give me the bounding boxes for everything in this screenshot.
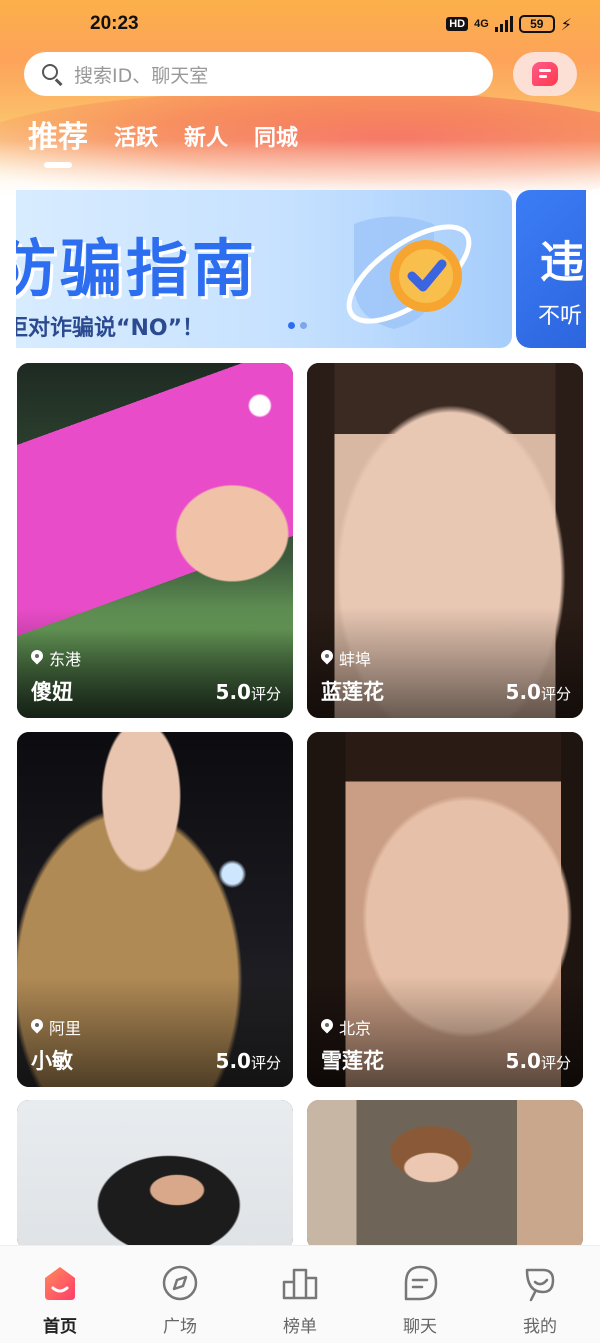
battery-level: 59	[530, 17, 544, 31]
search-icon	[40, 62, 64, 86]
chat-bubble-icon	[532, 62, 558, 86]
location-pin-icon	[321, 650, 333, 666]
messages-button[interactable]	[513, 52, 577, 96]
location-text: 蚌埠	[339, 650, 372, 669]
nav-chat[interactable]: 聊天	[360, 1246, 480, 1343]
card-location: 东港	[31, 646, 81, 670]
location-pin-icon	[31, 1019, 43, 1035]
rating-value: 5.0	[505, 1049, 541, 1073]
rating-value: 5.0	[215, 1049, 251, 1073]
card-name: 傻妞	[31, 680, 73, 704]
card-name: 雪莲花	[321, 1049, 384, 1073]
card-location: 北京	[321, 1015, 371, 1039]
card-name: 蓝莲花	[321, 680, 384, 704]
rating-unit: 评分	[250, 685, 281, 703]
nav-label: 首页	[43, 1317, 77, 1337]
charging-icon: ⚡	[560, 14, 572, 34]
nav-label: 我的	[523, 1317, 557, 1337]
location-pin-icon	[31, 650, 43, 666]
nav-label: 聊天	[403, 1317, 437, 1337]
location-text: 东港	[49, 650, 82, 669]
rating-unit: 评分	[540, 685, 571, 703]
home-icon	[45, 1267, 75, 1300]
banner-anti-fraud[interactable]: 防骗指南 拒对诈骗说“NO”！	[16, 190, 512, 348]
card-rating: 5.0评分	[216, 1049, 281, 1073]
search-input[interactable]: 搜索ID、聊天室	[24, 52, 493, 96]
profile-photo	[17, 1100, 293, 1250]
tab-newcomer[interactable]: 新人	[184, 120, 228, 152]
profile-card[interactable]: 阿里 小敏 5.0评分	[17, 732, 293, 1087]
card-rating: 5.0评分	[506, 680, 571, 704]
tab-active[interactable]: 活跃	[114, 120, 158, 152]
tab-indicator	[44, 162, 72, 168]
status-indicators: HD 4G 59 ⚡	[446, 15, 572, 34]
card-rating: 5.0评分	[506, 1049, 571, 1073]
bottom-nav: 首页 广场 榜单 聊天 我的	[0, 1245, 600, 1343]
category-tabs: 推荐 活跃 新人 同城	[28, 112, 298, 156]
nav-profile[interactable]: 我的	[480, 1246, 600, 1343]
nav-label: 广场	[163, 1317, 197, 1337]
nav-ranking[interactable]: 榜单	[240, 1246, 360, 1343]
tab-same-city[interactable]: 同城	[254, 120, 298, 152]
banner-subline: 拒对诈骗说“NO”！	[16, 316, 205, 341]
carousel-dots	[288, 322, 307, 329]
nav-home[interactable]: 首页	[0, 1246, 120, 1343]
card-rating: 5.0评分	[216, 680, 281, 704]
banner-next[interactable]: 违 不听	[516, 190, 586, 348]
profile-card[interactable]: 北京 雪莲花 5.0评分	[307, 732, 583, 1087]
status-time: 20:23	[90, 13, 139, 34]
nav-square[interactable]: 广场	[120, 1246, 240, 1343]
rating-value: 5.0	[505, 680, 541, 704]
profile-card[interactable]: 东港 傻妞 5.0评分	[17, 363, 293, 718]
chat-icon	[404, 1265, 438, 1301]
nav-label: 榜单	[283, 1317, 317, 1337]
rating-value: 5.0	[215, 680, 251, 704]
hd-badge: HD	[446, 17, 469, 31]
network-type: 4G	[474, 18, 489, 30]
card-name: 小敏	[31, 1049, 73, 1073]
search-placeholder: 搜索ID、聊天室	[74, 64, 209, 87]
signal-icon	[494, 16, 513, 32]
rating-unit: 评分	[540, 1054, 571, 1072]
status-bar: 20:23 HD 4G 59 ⚡	[0, 0, 600, 48]
profile-card[interactable]	[307, 1100, 583, 1250]
podium-icon	[282, 1268, 318, 1300]
tab-recommend[interactable]: 推荐	[28, 112, 88, 156]
profile-photo	[307, 1100, 583, 1250]
profile-icon	[525, 1268, 555, 1302]
card-location: 阿里	[31, 1015, 81, 1039]
battery-icon: 59	[518, 15, 555, 33]
banner-carousel[interactable]: 防骗指南 拒对诈骗说“NO”！ 违 不听	[16, 190, 586, 348]
card-location: 蚌埠	[321, 646, 371, 670]
shield-check-icon	[346, 216, 472, 329]
location-text: 阿里	[49, 1019, 82, 1038]
location-pin-icon	[321, 1019, 333, 1035]
location-text: 北京	[339, 1019, 372, 1038]
banner-headline: 防骗指南	[16, 232, 259, 305]
profile-card[interactable]	[17, 1100, 293, 1250]
profile-card[interactable]: 蚌埠 蓝莲花 5.0评分	[307, 363, 583, 718]
rating-unit: 评分	[250, 1054, 281, 1072]
banner-next-title: 违	[540, 237, 584, 288]
compass-icon	[162, 1265, 198, 1301]
banner-next-subtitle: 不听	[538, 304, 583, 329]
